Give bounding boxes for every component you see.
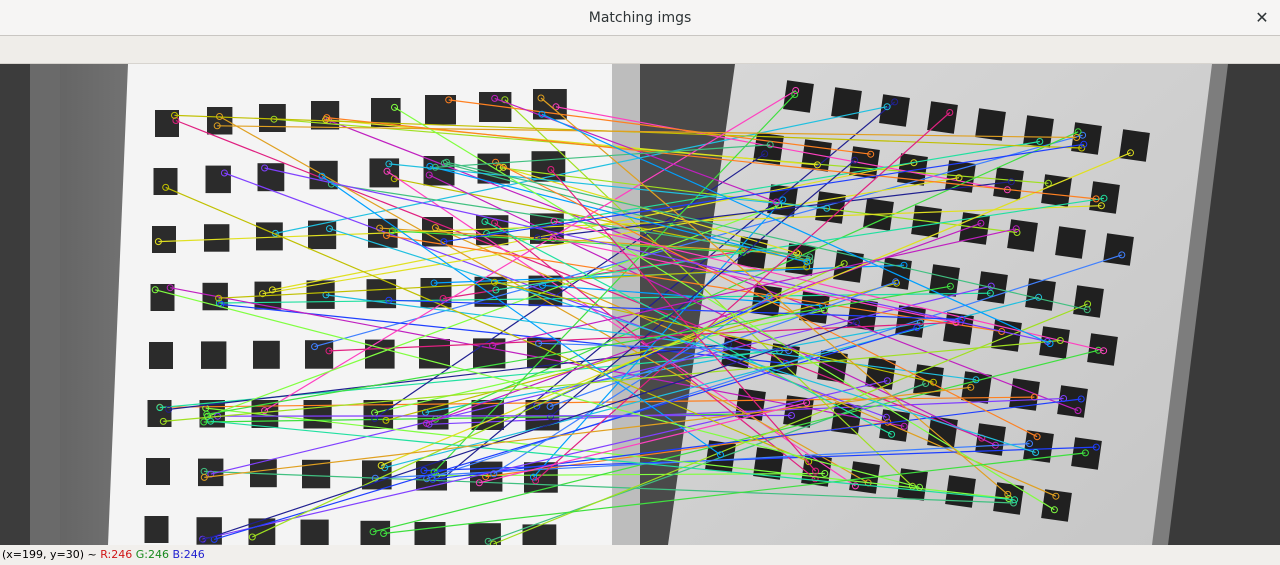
toolbar bbox=[0, 36, 1280, 64]
board-square bbox=[306, 280, 335, 309]
board-square bbox=[527, 337, 561, 369]
matching-image[interactable] bbox=[0, 64, 1280, 545]
board-square bbox=[1023, 115, 1054, 148]
image-canvas[interactable] bbox=[0, 64, 1280, 545]
pixel-red: R:246 bbox=[100, 548, 133, 561]
window-title: Matching imgs bbox=[588, 10, 692, 26]
status-bar: (x=199, y=30) ~ R:246 G:246 B:246 bbox=[0, 545, 1280, 565]
board-square bbox=[303, 400, 332, 429]
pixel-green: G:246 bbox=[135, 548, 169, 561]
close-icon[interactable]: ✕ bbox=[1252, 8, 1272, 28]
board-square bbox=[414, 522, 446, 545]
pixel-coords: (x=199, y=30) ~ bbox=[2, 548, 97, 561]
board-square bbox=[1071, 122, 1102, 155]
board-square bbox=[305, 340, 334, 369]
board-square bbox=[879, 409, 910, 442]
board-square bbox=[149, 342, 173, 369]
board-square bbox=[943, 312, 974, 345]
board-square bbox=[253, 340, 280, 369]
board-square bbox=[300, 519, 329, 545]
board-square bbox=[205, 165, 231, 194]
board-square bbox=[423, 156, 455, 186]
board-square bbox=[256, 222, 283, 251]
board-square bbox=[1041, 489, 1072, 522]
board-square bbox=[929, 264, 960, 297]
board-square bbox=[144, 516, 169, 543]
title-bar: Matching imgs ✕ bbox=[0, 0, 1280, 36]
board-square bbox=[146, 458, 170, 485]
board-square bbox=[1103, 233, 1134, 266]
board-square bbox=[927, 416, 958, 449]
left-frame-mid bbox=[30, 64, 60, 545]
board-square bbox=[419, 339, 450, 369]
board-square bbox=[1007, 219, 1038, 252]
board-square bbox=[1087, 333, 1118, 366]
match-line bbox=[217, 414, 792, 417]
board-square bbox=[365, 339, 395, 369]
board-square bbox=[201, 341, 227, 369]
board-square bbox=[204, 224, 230, 252]
board-square bbox=[1055, 226, 1086, 259]
board-square bbox=[783, 80, 814, 113]
left-frame-dark bbox=[0, 64, 30, 545]
board-square bbox=[207, 107, 233, 135]
pixel-blue: B:246 bbox=[172, 548, 205, 561]
left-right-edge bbox=[612, 64, 640, 545]
board-square bbox=[1119, 129, 1150, 162]
